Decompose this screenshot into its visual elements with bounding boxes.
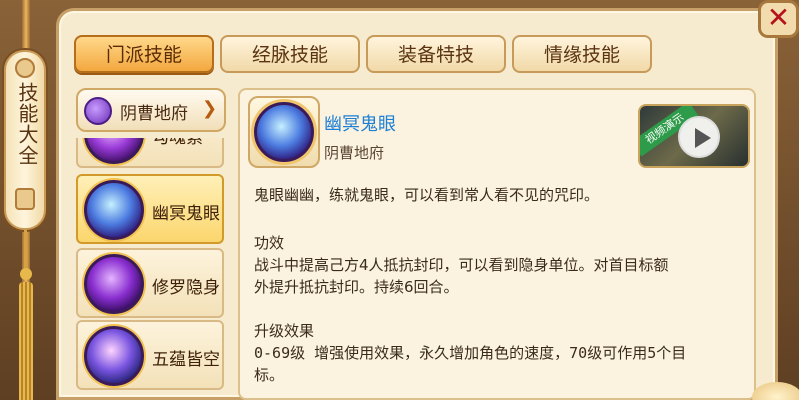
school-dropdown[interactable]: 阴曹地府 ❯	[76, 88, 226, 132]
skill-school: 阴曹地府	[324, 144, 385, 162]
tab-meridian-skills[interactable]: 经脉技能	[220, 35, 360, 73]
skill-stealth-icon	[84, 254, 144, 314]
tab-equipment-skills[interactable]: 装备特技	[366, 35, 506, 73]
skill-item-stealth[interactable]: 修罗隐身	[76, 248, 224, 318]
chevron-down-icon: ❯	[202, 98, 218, 119]
upgrade-line-1: 0-69级 增强使用效果，永久增加角色的速度，70级可作用5个目	[254, 344, 687, 362]
effect-line-2: 外提升抵抗封印。持续6回合。	[254, 278, 459, 296]
scroll-seal-icon	[15, 188, 35, 210]
side-scroll-tab[interactable]: 技能大全	[0, 0, 50, 400]
skill-title: 幽冥鬼眼	[324, 114, 396, 135]
skill-ghost-eye-icon	[254, 102, 314, 162]
effect-heading: 功效	[254, 234, 285, 252]
skill-item-label: 幽冥鬼眼	[152, 204, 220, 224]
skill-item-label: 勾魂索	[152, 138, 203, 148]
effect-line-1: 战斗中提高己方4人抵抗封印，可以看到隐身单位。对首目标额	[254, 256, 669, 274]
tassel-icon	[18, 230, 34, 400]
video-demo-button[interactable]: 视频演示	[638, 104, 750, 168]
ghost-avatar-icon	[84, 97, 112, 125]
skill-ghost-eye-icon	[84, 180, 144, 240]
school-dropdown-label: 阴曹地府	[120, 104, 188, 124]
skill-item-ghost-eye[interactable]: 幽冥鬼眼	[76, 174, 224, 244]
skill-item-label: 五蕴皆空	[152, 350, 220, 370]
tab-school-skills[interactable]: 门派技能	[74, 35, 214, 73]
skill-item-void[interactable]: 五蕴皆空	[76, 320, 224, 390]
skill-item-label: 修罗隐身	[152, 278, 220, 298]
scroll-knob-icon	[15, 58, 35, 78]
skill-void-icon	[84, 326, 144, 386]
close-button[interactable]: ✕	[758, 0, 799, 38]
skill-item-hook[interactable]: 勾魂索	[76, 138, 224, 168]
upgrade-line-2: 标。	[254, 366, 285, 384]
tab-bond-skills[interactable]: 情缘技能	[512, 35, 652, 73]
play-icon	[678, 116, 720, 158]
upgrade-heading: 升级效果	[254, 322, 315, 340]
skill-detail-card: 幽冥鬼眼 阴曹地府 视频演示 鬼眼幽幽，练就鬼眼，可以看到常人看不见的咒印。 功…	[238, 88, 756, 400]
skill-list[interactable]: 勾魂索 幽冥鬼眼 修罗隐身 五蕴皆空	[76, 138, 228, 400]
side-tab-title: 技能大全	[15, 82, 39, 166]
skill-hook-icon	[84, 138, 144, 164]
skill-intro: 鬼眼幽幽，练就鬼眼，可以看到常人看不见的咒印。	[254, 186, 600, 204]
